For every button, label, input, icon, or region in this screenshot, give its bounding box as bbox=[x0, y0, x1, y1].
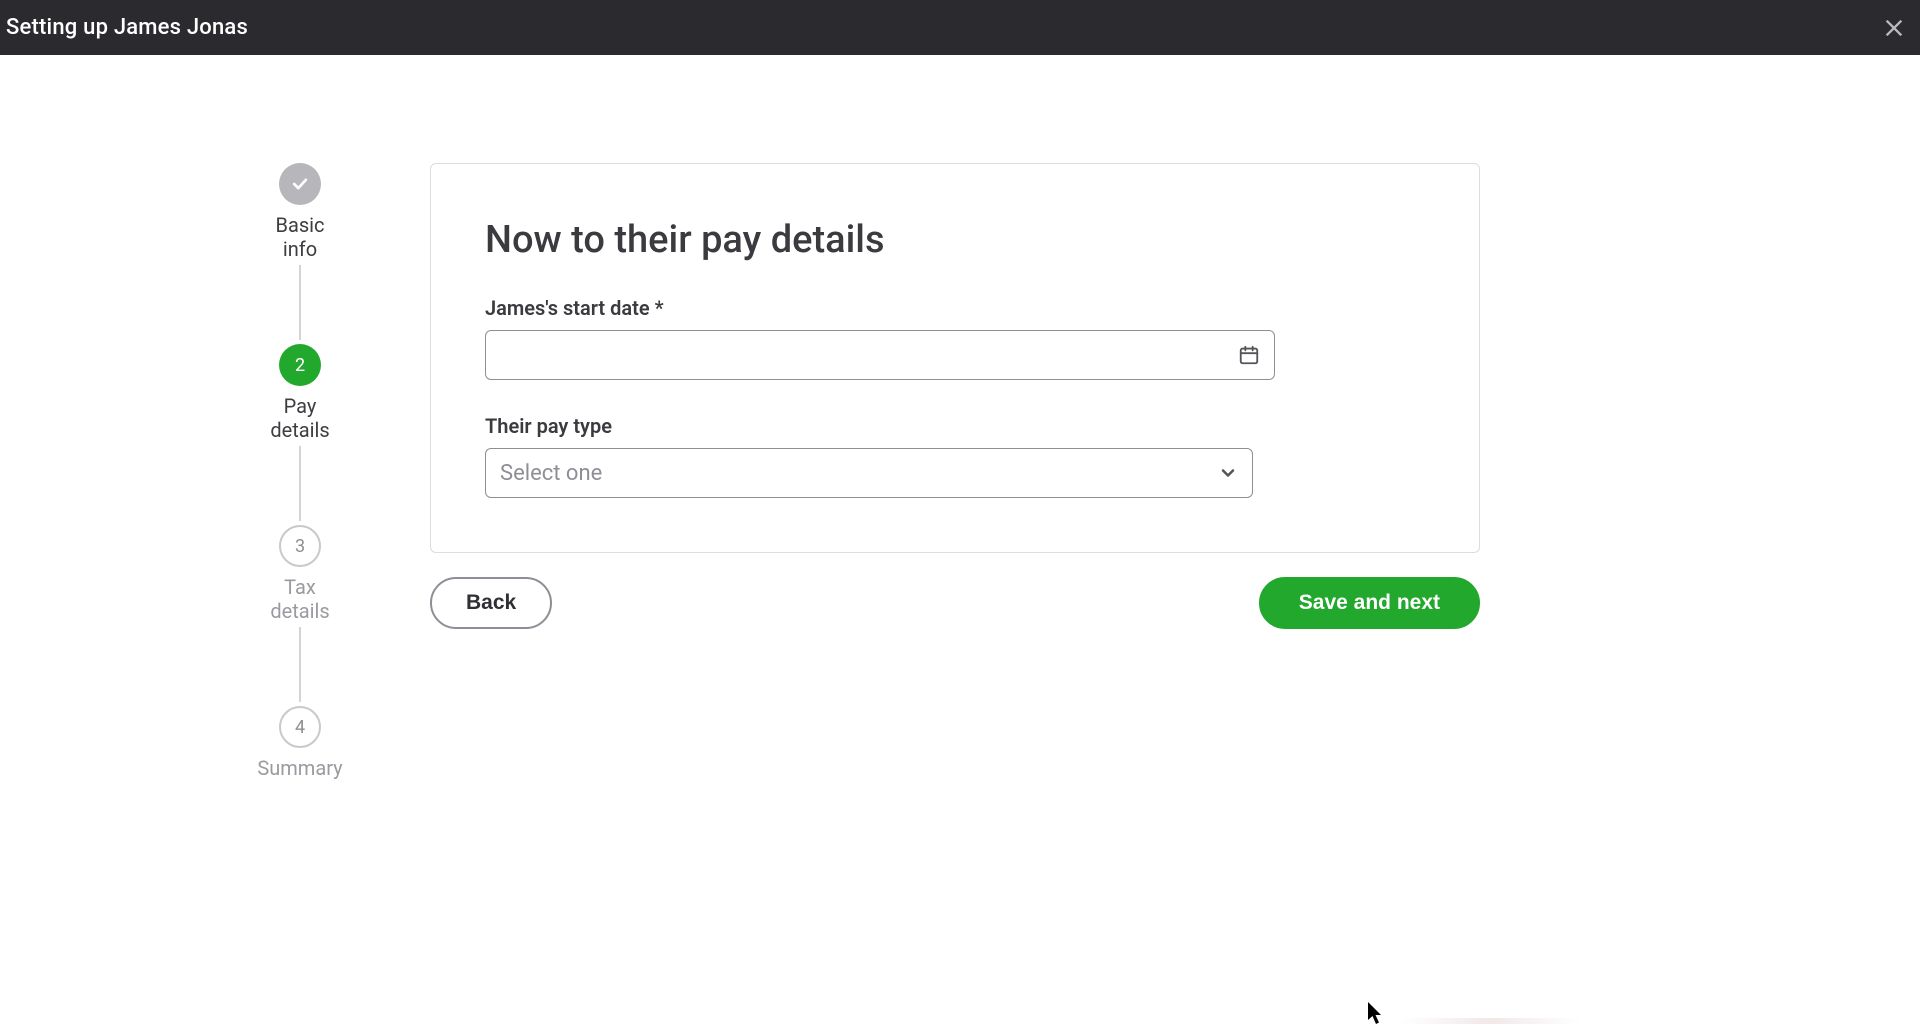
save-and-next-button[interactable]: Save and next bbox=[1259, 577, 1480, 629]
stepper: Basic info 2 Pay details 3 Tax details 4… bbox=[260, 163, 340, 780]
start-date-input-wrap[interactable] bbox=[485, 330, 1275, 380]
chevron-down-icon bbox=[1218, 463, 1238, 483]
modal-header: Setting up James Jonas bbox=[0, 0, 1920, 55]
check-icon bbox=[290, 174, 310, 194]
step-summary: 4 Summary bbox=[250, 706, 350, 780]
step-connector bbox=[299, 627, 301, 702]
cursor-icon bbox=[1368, 1002, 1384, 1024]
calendar-icon bbox=[1238, 344, 1260, 366]
step-basic-info: Basic info bbox=[250, 163, 350, 261]
pay-type-placeholder: Select one bbox=[500, 461, 1218, 486]
pay-type-select[interactable]: Select one bbox=[485, 448, 1253, 498]
start-date-field: James's start date * bbox=[485, 296, 1425, 380]
modal-title: Setting up James Jonas bbox=[6, 15, 248, 40]
step-connector bbox=[299, 265, 301, 340]
step-basic-info-label: Basic info bbox=[276, 213, 325, 261]
pay-type-label: Their pay type bbox=[485, 414, 1425, 438]
card-title: Now to their pay details bbox=[485, 218, 1425, 262]
start-date-input[interactable] bbox=[500, 344, 1238, 367]
main-area: Now to their pay details James's start d… bbox=[430, 163, 1480, 780]
content-area: Basic info 2 Pay details 3 Tax details 4… bbox=[0, 55, 1920, 780]
step-pay-details-indicator: 2 bbox=[279, 344, 321, 386]
step-summary-label: Summary bbox=[257, 756, 342, 780]
step-pay-details: 2 Pay details bbox=[250, 344, 350, 442]
step-tax-details-indicator: 3 bbox=[279, 525, 321, 567]
form-card: Now to their pay details James's start d… bbox=[430, 163, 1480, 553]
step-basic-info-indicator bbox=[279, 163, 321, 205]
close-icon bbox=[1883, 17, 1905, 39]
back-button[interactable]: Back bbox=[430, 577, 552, 629]
step-pay-details-label: Pay details bbox=[270, 394, 329, 442]
step-summary-indicator: 4 bbox=[279, 706, 321, 748]
start-date-label: James's start date * bbox=[485, 296, 1425, 320]
close-button[interactable] bbox=[1874, 8, 1914, 48]
button-row: Back Save and next bbox=[430, 577, 1480, 629]
step-connector bbox=[299, 446, 301, 521]
step-tax-details: 3 Tax details bbox=[250, 525, 350, 623]
step-tax-details-label: Tax details bbox=[270, 575, 329, 623]
decorative-smudge bbox=[1400, 1018, 1580, 1024]
pay-type-field: Their pay type Select one bbox=[485, 414, 1425, 498]
